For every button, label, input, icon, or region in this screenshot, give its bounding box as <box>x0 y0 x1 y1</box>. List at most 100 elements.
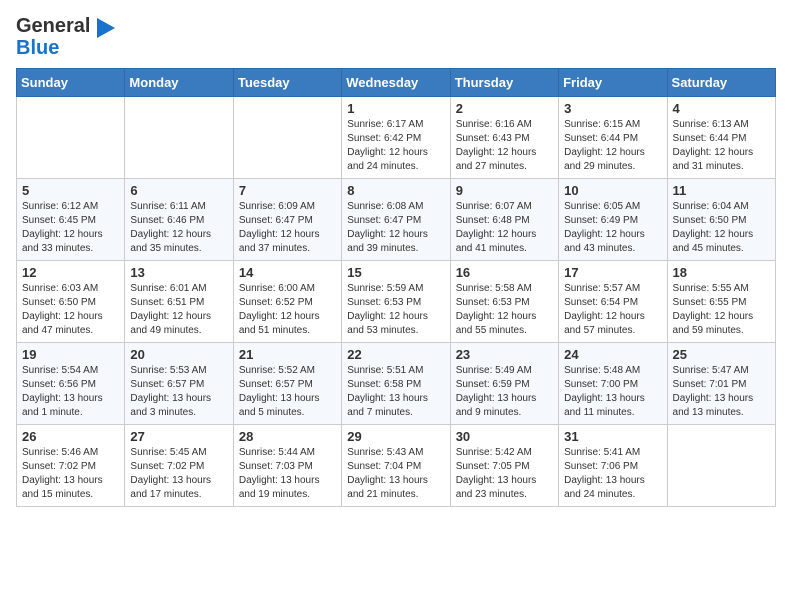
weekday-header-friday: Friday <box>559 68 667 96</box>
day-number: 6 <box>130 183 227 198</box>
calendar-day-cell: 11Sunrise: 6:04 AM Sunset: 6:50 PM Dayli… <box>667 178 775 260</box>
day-info: Sunrise: 5:47 AM Sunset: 7:01 PM Dayligh… <box>673 364 770 420</box>
calendar-table: SundayMondayTuesdayWednesdayThursdayFrid… <box>16 68 776 507</box>
day-number: 24 <box>564 347 661 362</box>
calendar-week-row: 26 Sunrise: 5:46 AM Sunset: 7:02 PM Dayli… <box>17 424 776 506</box>
logo-container: General Blue <box>16 16 115 58</box>
day-info: Sunrise: 5:48 AM Sunset: 7:00 PM Dayligh… <box>564 364 661 420</box>
day-info: Sunrise: 5:57 AM Sunset: 6:54 PM Dayligh… <box>564 282 661 338</box>
day-number: 2 <box>456 101 553 116</box>
calendar-day-cell: 16 Sunrise: 5:58 AM Sunset: 6:53 PM Dayli… <box>450 260 558 342</box>
calendar-day-cell <box>667 424 775 506</box>
calendar-week-row: 19 Sunrise: 5:54 AM Sunset: 6:56 PM Dayli… <box>17 342 776 424</box>
calendar-day-cell: 22Sunrise: 5:51 AM Sunset: 6:58 PM Dayli… <box>342 342 450 424</box>
weekday-header-wednesday: Wednesday <box>342 68 450 96</box>
calendar-day-cell: 19 Sunrise: 5:54 AM Sunset: 6:56 PM Dayli… <box>17 342 125 424</box>
calendar-day-cell: 2 Sunrise: 6:16 AM Sunset: 6:43 PM Daylig… <box>450 96 558 178</box>
calendar-day-cell: 9 Sunrise: 6:07 AM Sunset: 6:48 PM Daylig… <box>450 178 558 260</box>
day-number: 12 <box>22 265 119 280</box>
weekday-header-tuesday: Tuesday <box>233 68 341 96</box>
day-number: 25 <box>673 347 770 362</box>
day-info: Sunrise: 6:01 AM Sunset: 6:51 PM Dayligh… <box>130 282 227 338</box>
day-number: 28 <box>239 429 336 444</box>
day-number: 8 <box>347 183 444 198</box>
day-info: Sunrise: 5:58 AM Sunset: 6:53 PM Dayligh… <box>456 282 553 338</box>
day-number: 15 <box>347 265 444 280</box>
day-info: Sunrise: 6:15 AM Sunset: 6:44 PM Dayligh… <box>564 118 661 174</box>
day-info: Sunrise: 6:16 AM Sunset: 6:43 PM Dayligh… <box>456 118 553 174</box>
day-info: Sunrise: 6:03 AM Sunset: 6:50 PM Dayligh… <box>22 282 119 338</box>
day-number: 16 <box>456 265 553 280</box>
calendar-day-cell: 31 Sunrise: 5:41 AM Sunset: 7:06 PM Dayli… <box>559 424 667 506</box>
logo-blue: Blue <box>16 37 59 59</box>
logo-arrow-icon <box>97 18 115 38</box>
day-info: Sunrise: 5:41 AM Sunset: 7:06 PM Dayligh… <box>564 446 661 502</box>
day-info: Sunrise: 5:51 AM Sunset: 6:58 PM Dayligh… <box>347 364 444 420</box>
day-number: 29 <box>347 429 444 444</box>
day-number: 4 <box>673 101 770 116</box>
day-info: Sunrise: 5:54 AM Sunset: 6:56 PM Dayligh… <box>22 364 119 420</box>
weekday-header-row: SundayMondayTuesdayWednesdayThursdayFrid… <box>17 68 776 96</box>
day-number: 13 <box>130 265 227 280</box>
day-info: Sunrise: 6:08 AM Sunset: 6:47 PM Dayligh… <box>347 200 444 256</box>
day-number: 27 <box>130 429 227 444</box>
calendar-week-row: 12 Sunrise: 6:03 AM Sunset: 6:50 PM Dayli… <box>17 260 776 342</box>
calendar-day-cell: 10Sunrise: 6:05 AM Sunset: 6:49 PM Dayli… <box>559 178 667 260</box>
calendar-day-cell: 27Sunrise: 5:45 AM Sunset: 7:02 PM Dayli… <box>125 424 233 506</box>
calendar-day-cell: 17 Sunrise: 5:57 AM Sunset: 6:54 PM Dayli… <box>559 260 667 342</box>
day-number: 7 <box>239 183 336 198</box>
calendar-day-cell: 13 Sunrise: 6:01 AM Sunset: 6:51 PM Dayli… <box>125 260 233 342</box>
calendar-day-cell: 8 Sunrise: 6:08 AM Sunset: 6:47 PM Daylig… <box>342 178 450 260</box>
day-number: 1 <box>347 101 444 116</box>
day-number: 23 <box>456 347 553 362</box>
day-number: 31 <box>564 429 661 444</box>
calendar-day-cell: 25 Sunrise: 5:47 AM Sunset: 7:01 PM Dayli… <box>667 342 775 424</box>
calendar-day-cell: 28 Sunrise: 5:44 AM Sunset: 7:03 PM Dayli… <box>233 424 341 506</box>
logo: General Blue <box>16 16 115 58</box>
day-info: Sunrise: 6:05 AM Sunset: 6:49 PM Dayligh… <box>564 200 661 256</box>
calendar-day-cell: 24 Sunrise: 5:48 AM Sunset: 7:00 PM Dayli… <box>559 342 667 424</box>
calendar-day-cell: 14 Sunrise: 6:00 AM Sunset: 6:52 PM Dayli… <box>233 260 341 342</box>
calendar-day-cell: 30Sunrise: 5:42 AM Sunset: 7:05 PM Dayli… <box>450 424 558 506</box>
day-info: Sunrise: 6:12 AM Sunset: 6:45 PM Dayligh… <box>22 200 119 256</box>
calendar-day-cell: 6Sunrise: 6:11 AM Sunset: 6:46 PM Daylig… <box>125 178 233 260</box>
calendar-day-cell: 21Sunrise: 5:52 AM Sunset: 6:57 PM Dayli… <box>233 342 341 424</box>
day-number: 19 <box>22 347 119 362</box>
calendar-week-row: 1 Sunrise: 6:17 AM Sunset: 6:42 PM Daylig… <box>17 96 776 178</box>
day-info: Sunrise: 5:59 AM Sunset: 6:53 PM Dayligh… <box>347 282 444 338</box>
logo-text: General Blue <box>16 16 115 58</box>
calendar-day-cell <box>125 96 233 178</box>
day-info: Sunrise: 5:46 AM Sunset: 7:02 PM Dayligh… <box>22 446 119 502</box>
weekday-header-thursday: Thursday <box>450 68 558 96</box>
calendar-week-row: 5 Sunrise: 6:12 AM Sunset: 6:45 PM Daylig… <box>17 178 776 260</box>
calendar-day-cell: 3Sunrise: 6:15 AM Sunset: 6:44 PM Daylig… <box>559 96 667 178</box>
day-info: Sunrise: 6:13 AM Sunset: 6:44 PM Dayligh… <box>673 118 770 174</box>
day-info: Sunrise: 6:17 AM Sunset: 6:42 PM Dayligh… <box>347 118 444 174</box>
calendar-day-cell: 5 Sunrise: 6:12 AM Sunset: 6:45 PM Daylig… <box>17 178 125 260</box>
day-number: 9 <box>456 183 553 198</box>
day-number: 18 <box>673 265 770 280</box>
calendar-day-cell: 1 Sunrise: 6:17 AM Sunset: 6:42 PM Daylig… <box>342 96 450 178</box>
day-info: Sunrise: 6:00 AM Sunset: 6:52 PM Dayligh… <box>239 282 336 338</box>
weekday-header-sunday: Sunday <box>17 68 125 96</box>
calendar-day-cell: 15 Sunrise: 5:59 AM Sunset: 6:53 PM Dayli… <box>342 260 450 342</box>
day-number: 17 <box>564 265 661 280</box>
day-number: 11 <box>673 183 770 198</box>
day-info: Sunrise: 5:49 AM Sunset: 6:59 PM Dayligh… <box>456 364 553 420</box>
day-number: 5 <box>22 183 119 198</box>
calendar-day-cell: 20 Sunrise: 5:53 AM Sunset: 6:57 PM Dayli… <box>125 342 233 424</box>
day-info: Sunrise: 5:53 AM Sunset: 6:57 PM Dayligh… <box>130 364 227 420</box>
calendar-day-cell: 12 Sunrise: 6:03 AM Sunset: 6:50 PM Dayli… <box>17 260 125 342</box>
day-info: Sunrise: 5:44 AM Sunset: 7:03 PM Dayligh… <box>239 446 336 502</box>
weekday-header-monday: Monday <box>125 68 233 96</box>
day-number: 21 <box>239 347 336 362</box>
calendar-day-cell <box>233 96 341 178</box>
day-info: Sunrise: 5:55 AM Sunset: 6:55 PM Dayligh… <box>673 282 770 338</box>
day-number: 20 <box>130 347 227 362</box>
calendar-day-cell <box>17 96 125 178</box>
calendar-day-cell: 26 Sunrise: 5:46 AM Sunset: 7:02 PM Dayli… <box>17 424 125 506</box>
day-number: 14 <box>239 265 336 280</box>
page-header: General Blue <box>16 16 776 58</box>
day-number: 26 <box>22 429 119 444</box>
day-info: Sunrise: 6:07 AM Sunset: 6:48 PM Dayligh… <box>456 200 553 256</box>
